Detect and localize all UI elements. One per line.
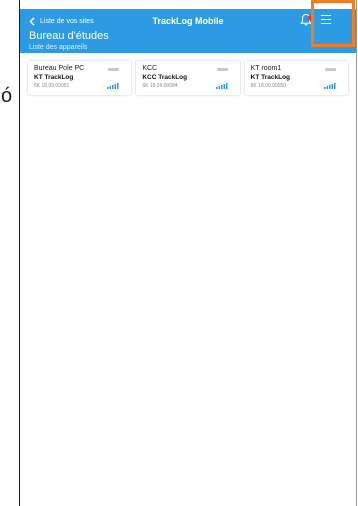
page-subtitle: Liste des appareils: [29, 44, 88, 51]
device-card[interactable]: KT room1 KT TrackLog 6K 18.09.00050: [244, 61, 348, 95]
signal-icon: [215, 83, 228, 89]
page-title: Bureau d'études: [29, 30, 109, 42]
device-model: KT TrackLog: [34, 74, 74, 81]
device-name: Bureau Pole PC: [34, 65, 85, 72]
battery-indicator: [108, 68, 120, 71]
device-card[interactable]: KCC KCC TrackLog 6K 18.09.00084: [136, 61, 240, 95]
device-name: KCC: [142, 65, 158, 72]
device-card[interactable]: Bureau Pole PC KT TrackLog 6K 18.09.0005…: [28, 61, 132, 95]
device-list: Bureau Pole PC KT TrackLog 6K 18.09.0005…: [28, 61, 348, 95]
device-model: KCC TrackLog: [142, 74, 188, 81]
battery-indicator: [216, 68, 228, 71]
device-serial: 6K 18.09.00050: [250, 83, 286, 89]
notification-highlight-box: [311, 0, 355, 47]
device-serial: 6K 18.09.00084: [142, 83, 178, 89]
battery-indicator: [324, 68, 336, 71]
app-header: Liste de vos sites TrackLog Mobile Burea…: [20, 9, 356, 53]
stray-glyph: ó: [1, 85, 13, 107]
app-frame: Liste de vos sites TrackLog Mobile Burea…: [19, 0, 357, 506]
signal-icon: [107, 83, 119, 89]
signal-icon: [323, 83, 336, 89]
device-serial: 6K 18.09.00051: [34, 83, 70, 89]
device-name: KT room1: [250, 65, 282, 72]
device-model: KT TrackLog: [250, 74, 291, 81]
